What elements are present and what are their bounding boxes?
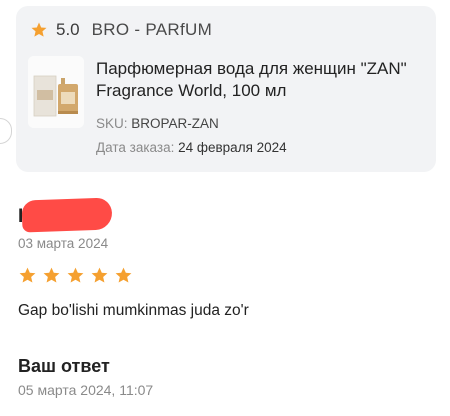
- rating-value: 5.0: [56, 20, 80, 39]
- review-stars: [18, 266, 133, 285]
- review-text: Gap bo'lishi mumkinmas juda zo'r: [18, 302, 249, 319]
- star-icon: [91, 267, 108, 283]
- card-header: 5.0 BRO - PARfUM: [30, 20, 212, 40]
- star-icon: [67, 267, 84, 283]
- star-icon: [115, 267, 132, 283]
- answer-date: 05 марта 2024, 11:07: [18, 382, 154, 398]
- product-title[interactable]: Парфюмерная вода для женщин "ZAN" Fragra…: [96, 58, 416, 102]
- star-icon: [43, 267, 60, 283]
- sku-label: SKU:: [96, 116, 128, 131]
- brand-name: BRO - PARfUM: [91, 20, 213, 39]
- answer-title: Ваш ответ: [18, 356, 110, 376]
- product-thumbnail[interactable]: [28, 56, 84, 128]
- order-date-value: 24 февраля 2024: [178, 140, 287, 155]
- perfume-image: [28, 56, 84, 128]
- review-date: 03 марта 2024: [18, 236, 109, 251]
- sku-value: BROPAR-ZAN: [131, 116, 219, 131]
- product-card[interactable]: 5.0 BRO - PARfUM Парфюмерная вода для же…: [16, 6, 436, 172]
- side-scroll-tab[interactable]: [0, 118, 12, 144]
- order-date-line: Дата заказа: 24 февраля 2024: [96, 140, 287, 155]
- redaction-mark: [21, 197, 113, 233]
- sku-line: SKU: BROPAR-ZAN: [96, 116, 219, 131]
- star-icon: [19, 267, 36, 283]
- order-date-label: Дата заказа:: [96, 140, 175, 155]
- star-icon: [31, 22, 47, 37]
